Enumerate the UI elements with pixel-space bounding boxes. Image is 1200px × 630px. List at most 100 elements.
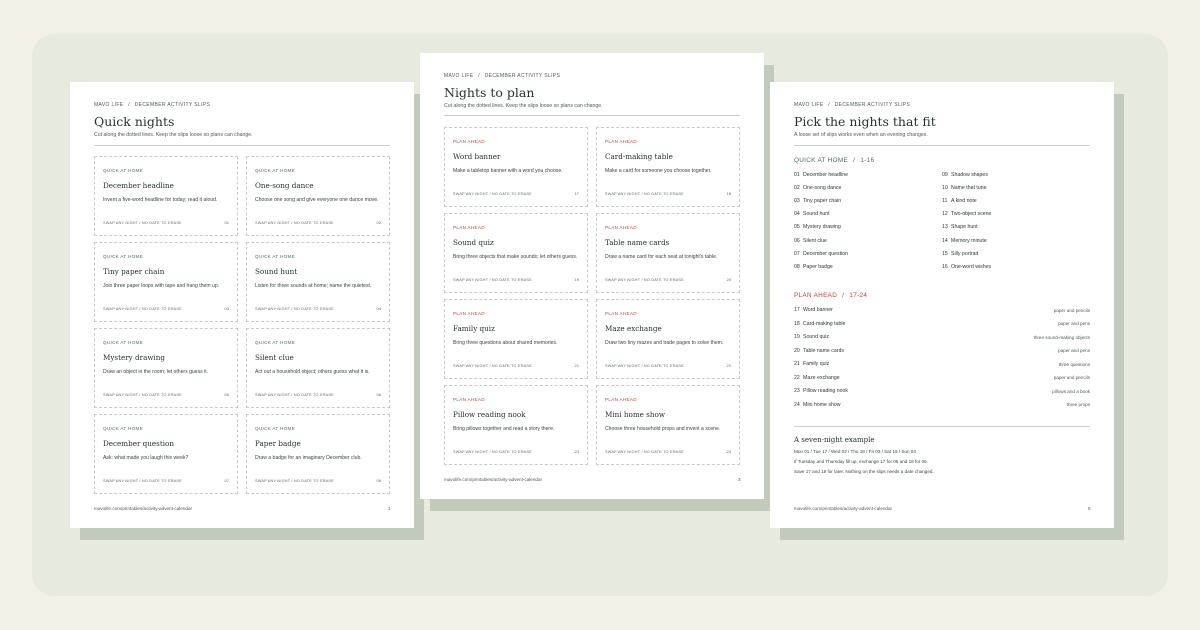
example-divider [794,426,1090,427]
list-item-number: 21 [794,361,800,367]
page-subtitle: Cut along the dotted lines. Keep the sli… [444,103,603,109]
page-number: 1 [388,506,391,511]
activity-slip: QUICK AT HOME Mystery drawing Draw an obje… [94,328,238,408]
slip-number: 20 [726,277,731,282]
slip-title: Word banner [453,152,501,161]
slip-category: QUICK AT HOME [103,340,143,345]
plan-section-range: 17-24 [849,292,868,299]
list-item-label: One-song dance [803,185,842,192]
slip-description: Join three paper loops with tape and han… [103,283,220,289]
slip-footer: SWAP ANY NIGHT / NO DATE TO ERASE [453,278,532,282]
quick-list-item: 13 Shape hunt [942,224,978,230]
slip-number: 08 [376,478,381,483]
slip-footer: SWAP ANY NIGHT / NO DATE TO ERASE [103,393,182,397]
list-item-label: Paper badge [803,263,833,270]
activity-slip: QUICK AT HOME Silent clue Act out a househ… [246,328,390,408]
list-item-label: Word banner [803,307,833,313]
list-item-label: Shadow shapes [951,172,988,178]
list-item-number: 18 [794,320,800,327]
slip-number: 05 [224,392,229,397]
list-item-label: Family quiz [803,361,830,367]
quick-list-item: 08 Paper badge [794,264,833,270]
list-item-materials: pillows and a book [1052,388,1090,394]
slip-description: Draw a name card for each seat at tonigh… [605,254,718,260]
list-item-number: 14 [942,237,948,244]
quick-list-item: 02 One-song dance [794,185,841,191]
slip-title: Tiny paper chain [103,267,165,276]
breadcrumb-brand: MAVO LIFE [444,73,474,79]
plan-list-item: 23 Pillow reading nook [794,388,848,394]
footer-url: mavolife.com/printables/activity-advent-… [94,506,193,511]
list-item-label: Sound quiz [803,334,829,340]
quick-section-separator: / [853,157,856,164]
list-item-label: Card-making table [803,320,846,327]
page-pick-the-nights: MAVO LIFE / DECEMBER ACTIVITY SLIPS Pick… [770,82,1114,528]
quick-list-item: 07 December question [794,251,848,257]
slip-title: December headline [103,181,174,190]
slip-title: Family quiz [453,324,495,333]
activity-slip: PLAN AHEAD Mini home show Choose three hou… [596,385,740,465]
slip-category: QUICK AT HOME [103,168,143,173]
quick-list-item: 10 Name that tune [942,185,986,191]
slip-category: PLAN AHEAD [453,397,485,402]
list-item-label: Tiny paper chain [803,198,842,205]
breadcrumb-separator: / [828,102,830,108]
list-item-label: Two-object scene [951,211,992,218]
slip-category: PLAN AHEAD [453,225,485,230]
slip-number: 04 [376,306,381,311]
list-item-number: 15 [942,250,948,257]
list-item-label: Maze exchange [803,374,840,381]
slip-category: PLAN AHEAD [605,311,637,316]
slip-number: 07 [224,478,229,483]
list-item-number: 09 [942,172,948,178]
list-item-materials: paper and pens [1058,348,1090,353]
list-item-number: 05 [794,224,800,231]
slip-number: 03 [224,306,229,311]
activity-slip: PLAN AHEAD Family quiz Bring three questio… [444,299,588,379]
list-item-materials: paper and pencils [1053,375,1090,380]
example-note-save: Save 17 and 18 for later. Nothing on the… [794,469,934,474]
slip-footer: SWAP ANY NIGHT / NO DATE TO ERASE [453,450,532,454]
breadcrumb-brand: MAVO LIFE [794,102,824,108]
slip-description: Make a tabletop banner with a word you c… [453,168,563,174]
list-item-number: 01 [794,172,800,178]
activity-slip: PLAN AHEAD Word banner Make a tabletop ban… [444,127,588,207]
list-item-number: 02 [794,185,800,192]
quick-list-item: 14 Memory minute [942,238,987,244]
quick-list-item: 01 December headline [794,172,848,178]
slip-title: Silent clue [255,353,294,362]
list-item-label: Silly portrait [951,250,979,257]
slip-category: PLAN AHEAD [605,397,637,402]
slip-title: Pillow reading nook [453,410,526,419]
breadcrumb: MAVO LIFE / DECEMBER ACTIVITY SLIPS [444,73,560,79]
slip-description: Bring three questions about shared memor… [453,340,558,346]
example-note-exchange: If Tuesday and Thursday fill up, exchang… [794,459,928,464]
activity-slip: PLAN AHEAD Card-making table Make a card f… [596,127,740,207]
slip-footer: SWAP ANY NIGHT / NO DATE TO ERASE [605,192,684,196]
list-item-label: Mystery drawing [803,224,841,231]
quick-list-item: 15 Silly portrait [942,251,978,257]
list-item-label: Pillow reading nook [803,388,848,394]
slip-description: Bring three objects that make sounds; le… [453,254,578,260]
breadcrumb-separator: / [128,102,130,108]
plan-list-item: 22 Maze exchange [794,375,840,381]
slip-number: 19 [574,277,579,282]
plan-list-item: 19 Sound quiz [794,334,829,340]
quick-section-label: QUICK AT HOME [794,157,849,164]
slip-title: Sound hunt [255,267,298,276]
title-divider [444,115,740,116]
slip-description: Invent a five-word headline for today; r… [103,197,218,203]
list-item-label: Table name cards [803,347,844,354]
activity-slip: PLAN AHEAD Maze exchange Draw two tiny maz… [596,299,740,379]
slip-category: QUICK AT HOME [255,168,295,173]
slip-footer: SWAP ANY NIGHT / NO DATE TO ERASE [453,192,532,196]
slip-number: 02 [376,220,381,225]
list-item-number: 24 [794,401,800,408]
plan-list-item: 20 Table name cards [794,348,844,354]
breadcrumb: MAVO LIFE / DECEMBER ACTIVITY SLIPS [94,102,210,108]
list-item-label: Mini home show [803,401,841,408]
slip-category: QUICK AT HOME [103,254,143,259]
page-subtitle: Cut along the dotted lines. Keep the sli… [94,132,253,138]
list-item-label: Name that tune [951,185,987,192]
list-item-materials: three questions [1058,361,1090,367]
